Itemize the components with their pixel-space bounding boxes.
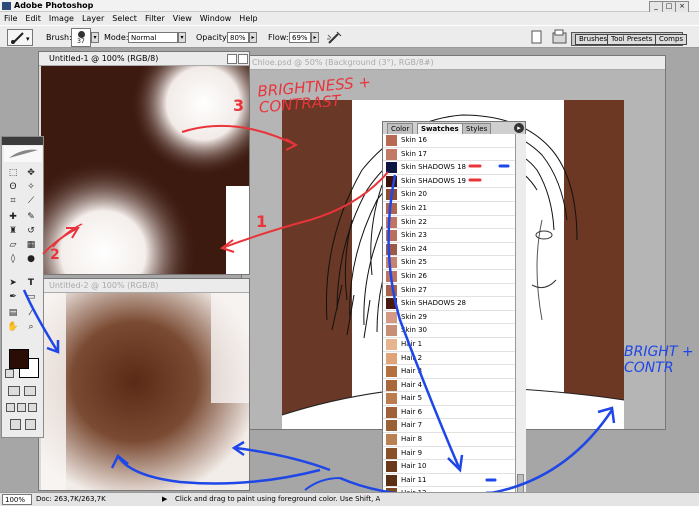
- annotation-number-2: 2: [50, 247, 60, 263]
- annotation-bright-contr: BRIGHT + CONTR: [624, 344, 694, 376]
- blue-arrow-bottom: [116, 455, 321, 485]
- annotation-number-3: 3: [233, 96, 245, 115]
- red-arrow-1: [221, 171, 389, 249]
- red-arrow-2: [42, 227, 79, 255]
- status-arrow-icon[interactable]: ▶: [162, 494, 167, 505]
- blue-arrow-left: [387, 174, 462, 471]
- status-hint: Click and drag to paint using foreground…: [175, 495, 380, 503]
- status-bar: 100% Doc: 263,7K/263,7K ▶ Click and drag…: [0, 492, 699, 506]
- blue-arrow-to-toolbox: [22, 289, 60, 353]
- red-arrow-3: [181, 124, 297, 146]
- zoom-level-field[interactable]: 100%: [2, 494, 32, 505]
- annotation-number-1: 1: [256, 212, 268, 231]
- document-size: Doc: 263,7K/263,7K: [36, 495, 106, 503]
